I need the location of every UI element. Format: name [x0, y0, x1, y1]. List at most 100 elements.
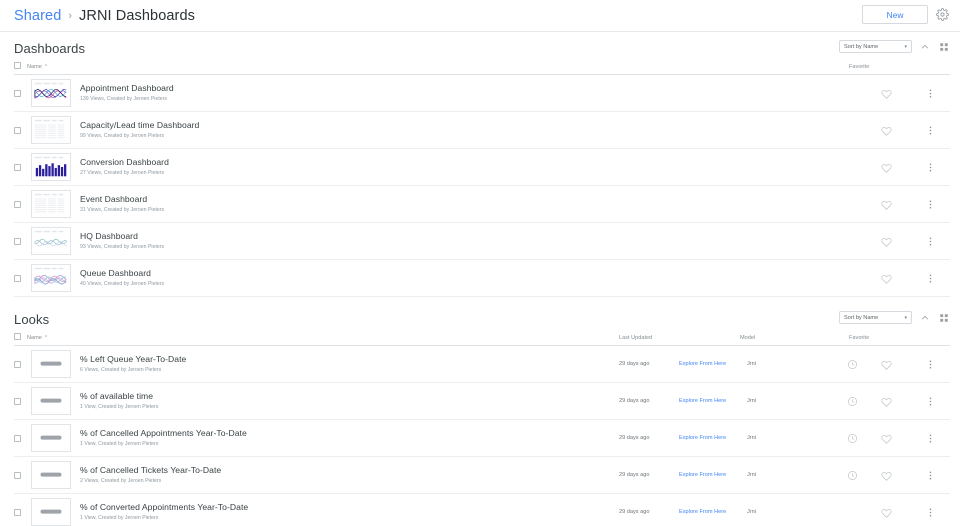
table-row[interactable]: Conversion Dashboard27 Views, Created by… [14, 149, 950, 186]
look-title[interactable]: % Left Queue Year-To-Date [80, 354, 950, 365]
favorite-heart-icon[interactable] [880, 358, 892, 370]
table-row[interactable]: % Left Queue Year-To-Date6 Views, Create… [14, 346, 950, 383]
looks-collapse-icon[interactable] [919, 312, 931, 324]
favorite-heart-icon[interactable] [880, 469, 892, 481]
row-meta: % of Cancelled Tickets Year-To-Date2 Vie… [80, 465, 950, 485]
table-row[interactable]: Queue Dashboard40 Views, Created by Jero… [14, 260, 950, 297]
clock-icon[interactable] [846, 395, 858, 407]
look-title[interactable]: % of available time [80, 391, 950, 402]
dashboard-title[interactable]: Appointment Dashboard [80, 83, 950, 94]
table-row[interactable]: % of Cancelled Appointments Year-To-Date… [14, 420, 950, 457]
table-row[interactable]: % of available time1 View, Created by Je… [14, 383, 950, 420]
dashboard-thumbnail[interactable] [31, 227, 71, 255]
dashboard-thumbnail[interactable] [31, 264, 71, 292]
dashboards-grid-view-icon[interactable] [938, 41, 950, 53]
dashboards-collapse-icon[interactable] [919, 41, 931, 53]
gear-icon[interactable] [934, 7, 950, 23]
favorite-heart-icon[interactable] [880, 87, 892, 99]
table-row[interactable]: % of Cancelled Tickets Year-To-Date2 Vie… [14, 457, 950, 494]
favorite-heart-icon[interactable] [880, 235, 892, 247]
row-checkbox[interactable] [14, 90, 31, 97]
favorite-heart-icon[interactable] [880, 272, 892, 284]
kebab-menu-icon[interactable] [924, 431, 936, 445]
look-thumbnail[interactable] [31, 424, 71, 452]
dashboard-title[interactable]: HQ Dashboard [80, 231, 950, 242]
dashboard-thumbnail[interactable] [31, 190, 71, 218]
looks-column-model: Model [740, 335, 755, 341]
row-checkbox[interactable] [14, 435, 31, 442]
row-checkbox[interactable] [14, 509, 31, 516]
row-meta: HQ Dashboard93 Views, Created by Jeroen … [80, 231, 950, 251]
favorite-heart-icon[interactable] [880, 124, 892, 136]
looks-grid-view-icon[interactable] [938, 312, 950, 324]
kebab-menu-icon[interactable] [924, 160, 936, 174]
row-meta: % of available time1 View, Created by Je… [80, 391, 950, 411]
row-checkbox[interactable] [14, 361, 31, 368]
breadcrumb-parent-link[interactable]: Shared [14, 8, 61, 24]
clock-icon[interactable] [846, 358, 858, 370]
looks-column-name[interactable]: Name ^ [27, 335, 47, 341]
kebab-menu-icon[interactable] [924, 86, 936, 100]
look-thumbnail[interactable] [31, 498, 71, 526]
kebab-menu-icon[interactable] [924, 123, 936, 137]
table-row[interactable]: Event Dashboard31 Views, Created by Jero… [14, 186, 950, 223]
select-all-checkbox-dashboards[interactable] [14, 62, 21, 71]
favorite-heart-icon[interactable] [880, 161, 892, 173]
dashboard-thumbnail[interactable] [31, 153, 71, 181]
kebab-menu-icon[interactable] [924, 468, 936, 482]
table-row[interactable]: Capacity/Lead time Dashboard99 Views, Cr… [14, 112, 950, 149]
table-row[interactable]: HQ Dashboard93 Views, Created by Jeroen … [14, 223, 950, 260]
row-checkbox[interactable] [14, 238, 31, 245]
dashboards-column-name[interactable]: Name ^ [27, 64, 47, 70]
look-thumbnail[interactable] [31, 350, 71, 378]
breadcrumb-separator-icon: › [68, 10, 72, 22]
row-checkbox[interactable] [14, 164, 31, 171]
select-all-checkbox-looks[interactable] [14, 333, 21, 342]
clock-icon[interactable] [846, 469, 858, 481]
looks-column-header: Name ^ Last Updated Model Favorite [14, 330, 950, 345]
explore-from-here-link[interactable]: Explore From Here [679, 435, 726, 441]
favorite-heart-icon[interactable] [880, 506, 892, 518]
kebab-menu-icon[interactable] [924, 505, 936, 519]
row-checkbox[interactable] [14, 275, 31, 282]
explore-from-here-link[interactable]: Explore From Here [679, 361, 726, 367]
explore-from-here-link[interactable]: Explore From Here [679, 509, 726, 515]
dashboard-title[interactable]: Event Dashboard [80, 194, 950, 205]
dashboards-column-header: Name ^ Favorite [14, 59, 950, 74]
dashboards-sort-select[interactable]: Sort by Name ▾ [839, 40, 912, 53]
favorite-heart-icon[interactable] [880, 395, 892, 407]
kebab-menu-icon[interactable] [924, 234, 936, 248]
new-button[interactable]: New [862, 5, 928, 24]
favorite-heart-icon[interactable] [880, 198, 892, 210]
table-row[interactable]: % of Converted Appointments Year-To-Date… [14, 494, 950, 526]
clock-icon[interactable] [846, 432, 858, 444]
looks-sort-select[interactable]: Sort by Name ▾ [839, 311, 912, 324]
table-row[interactable]: Appointment Dashboard139 Views, Created … [14, 75, 950, 112]
look-title[interactable]: % of Cancelled Tickets Year-To-Date [80, 465, 950, 476]
kebab-menu-icon[interactable] [924, 197, 936, 211]
favorite-heart-icon[interactable] [880, 432, 892, 444]
dashboard-thumbnail[interactable] [31, 79, 71, 107]
dashboard-title[interactable]: Queue Dashboard [80, 268, 950, 279]
row-checkbox[interactable] [14, 472, 31, 479]
row-checkbox[interactable] [14, 398, 31, 405]
kebab-menu-icon[interactable] [924, 271, 936, 285]
dashboard-thumbnail[interactable] [31, 116, 71, 144]
look-subtitle: 1 View, Created by Jeroen Pieters [80, 403, 950, 411]
kebab-menu-icon[interactable] [924, 394, 936, 408]
sort-ascending-icon: ^ [45, 335, 47, 341]
explore-from-here-link[interactable]: Explore From Here [679, 398, 726, 404]
dashboard-title[interactable]: Capacity/Lead time Dashboard [80, 120, 950, 131]
look-thumbnail[interactable] [31, 461, 71, 489]
look-last-updated: 29 days ago [619, 435, 649, 441]
dashboard-title[interactable]: Conversion Dashboard [80, 157, 950, 168]
look-thumbnail[interactable] [31, 387, 71, 415]
explore-from-here-link[interactable]: Explore From Here [679, 472, 726, 478]
row-checkbox[interactable] [14, 127, 31, 134]
row-meta: % Left Queue Year-To-Date6 Views, Create… [80, 354, 950, 374]
kebab-menu-icon[interactable] [924, 357, 936, 371]
look-last-updated: 29 days ago [619, 398, 649, 404]
look-title[interactable]: % of Converted Appointments Year-To-Date [80, 502, 950, 513]
look-title[interactable]: % of Cancelled Appointments Year-To-Date [80, 428, 950, 439]
row-checkbox[interactable] [14, 201, 31, 208]
